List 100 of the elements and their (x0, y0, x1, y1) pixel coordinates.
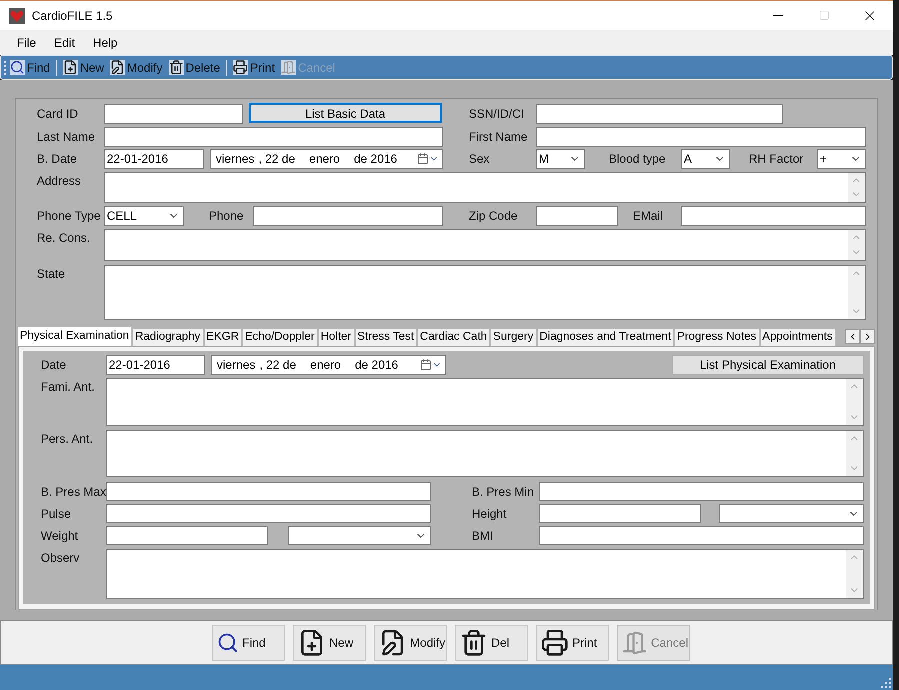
action-button[interactable]: Find (212, 624, 284, 660)
text-area[interactable] (106, 430, 864, 477)
list-button[interactable]: List Basic Data (249, 103, 442, 123)
minimize-icon (773, 15, 783, 16)
input-field[interactable]: 22-01-2016 (104, 149, 204, 169)
field-label: Height (472, 506, 507, 522)
action-button[interactable]: New (292, 624, 366, 660)
input-field[interactable] (104, 127, 443, 147)
tab[interactable]: Cardiac Cath (417, 328, 490, 346)
field-label: Zip Code (469, 208, 518, 225)
input-field[interactable] (539, 482, 864, 501)
input-field[interactable] (106, 504, 431, 523)
input-field[interactable] (536, 127, 866, 147)
action-button[interactable]: Del (454, 624, 528, 660)
field-label: State (37, 266, 66, 283)
search-icon (216, 632, 238, 654)
scrollbar[interactable] (846, 550, 863, 598)
input-field[interactable] (539, 504, 701, 523)
field-label: Date (41, 357, 66, 374)
edit-document-icon (110, 60, 126, 75)
field-label: Address (37, 173, 82, 190)
text-area[interactable] (106, 378, 864, 426)
toolbar-button[interactable]: Modify (107, 58, 166, 76)
window-title: CardioFILE 1.5 (32, 8, 113, 24)
dropdown[interactable] (719, 504, 864, 523)
field-label: B. Pres Max (41, 484, 106, 500)
field-label: Card ID (37, 106, 78, 123)
tab[interactable]: Radiography (132, 328, 204, 346)
field-label: SSN/ID/CI (469, 106, 524, 123)
scrollbar[interactable] (848, 230, 865, 260)
field-label: B. Date (37, 151, 78, 168)
tab-scroll-left-button[interactable] (845, 329, 860, 344)
tab-scroll-right-button[interactable] (860, 329, 875, 344)
heart-logo-icon (9, 8, 25, 24)
input-field[interactable] (106, 526, 268, 545)
menu-item[interactable]: File (9, 34, 44, 52)
scrollbar[interactable] (848, 173, 865, 202)
toolbar-button[interactable]: Delete (166, 58, 224, 76)
tab[interactable]: Echo/Doppler (242, 328, 318, 346)
field-label: B. Pres Min (472, 484, 534, 500)
text-area[interactable] (104, 172, 866, 203)
input-field[interactable] (536, 206, 618, 226)
field-label: First Name (469, 129, 528, 146)
scrollbar[interactable] (848, 266, 865, 319)
grip-icon (4, 60, 7, 74)
field-label: Phone Type (37, 208, 101, 225)
printer-icon (233, 60, 248, 75)
trash-icon (460, 628, 488, 656)
tab[interactable]: EKGR (204, 328, 242, 346)
input-field[interactable]: 22-01-2016 (106, 355, 205, 375)
toolbar-button[interactable]: New (60, 58, 108, 76)
search-icon (10, 60, 25, 75)
toolbar-button[interactable]: Print (230, 58, 278, 76)
scrollbar[interactable] (846, 431, 863, 476)
dropdown[interactable]: M (536, 149, 585, 169)
input-field[interactable] (536, 104, 783, 124)
field-label: Re. Cons. (37, 230, 90, 247)
dropdown[interactable] (288, 526, 431, 545)
tab[interactable]: Progress Notes (674, 328, 760, 346)
action-button[interactable]: Modify (374, 624, 446, 660)
tab[interactable]: Appointments (760, 328, 836, 346)
input-field[interactable] (106, 482, 431, 501)
input-field[interactable] (539, 526, 864, 545)
field-label: Blood type (609, 151, 666, 168)
list-button[interactable]: List Physical Examination (672, 355, 864, 375)
date-picker[interactable]: viernes , 22 de enero de 2016 (210, 149, 443, 169)
tab[interactable]: Stress Test (354, 328, 418, 346)
text-area[interactable] (106, 549, 864, 599)
calendar-icon (417, 153, 429, 165)
calendar-icon (420, 359, 432, 371)
dropdown[interactable]: CELL (104, 206, 184, 226)
door-icon (281, 60, 296, 75)
text-area[interactable] (104, 265, 866, 320)
trash-icon (168, 60, 184, 75)
field-label: Pulse (41, 506, 72, 522)
field-label: Pers. Ant. (41, 431, 94, 448)
text-area[interactable] (104, 229, 866, 261)
menu-item[interactable]: Help (85, 34, 126, 52)
input-field[interactable] (104, 104, 243, 124)
action-button[interactable]: Print (536, 624, 608, 660)
tab[interactable]: Holter (318, 328, 354, 346)
field-label: Fami. Ant. (41, 379, 96, 396)
dropdown[interactable]: + (817, 149, 866, 169)
resize-grip-icon (881, 678, 891, 688)
dropdown[interactable]: A (681, 149, 730, 169)
menu-item[interactable]: Edit (46, 34, 84, 52)
toolbar-button[interactable]: Find (7, 58, 54, 76)
tab[interactable]: Diagnoses and Treatment (536, 328, 674, 346)
tab[interactable]: Surgery (490, 328, 537, 346)
tab[interactable]: Physical Examination (17, 326, 132, 346)
field-label: Sex (469, 151, 490, 168)
field-label: Weight (41, 528, 78, 544)
field-label: EMail (633, 208, 664, 225)
new-document-icon (63, 60, 78, 75)
field-label: BMI (472, 528, 494, 544)
input-field[interactable] (253, 206, 443, 226)
field-label: Last Name (37, 129, 96, 146)
scrollbar[interactable] (846, 379, 863, 425)
input-field[interactable] (681, 206, 866, 226)
date-picker[interactable]: viernes , 22 de enero de 2016 (211, 355, 446, 375)
